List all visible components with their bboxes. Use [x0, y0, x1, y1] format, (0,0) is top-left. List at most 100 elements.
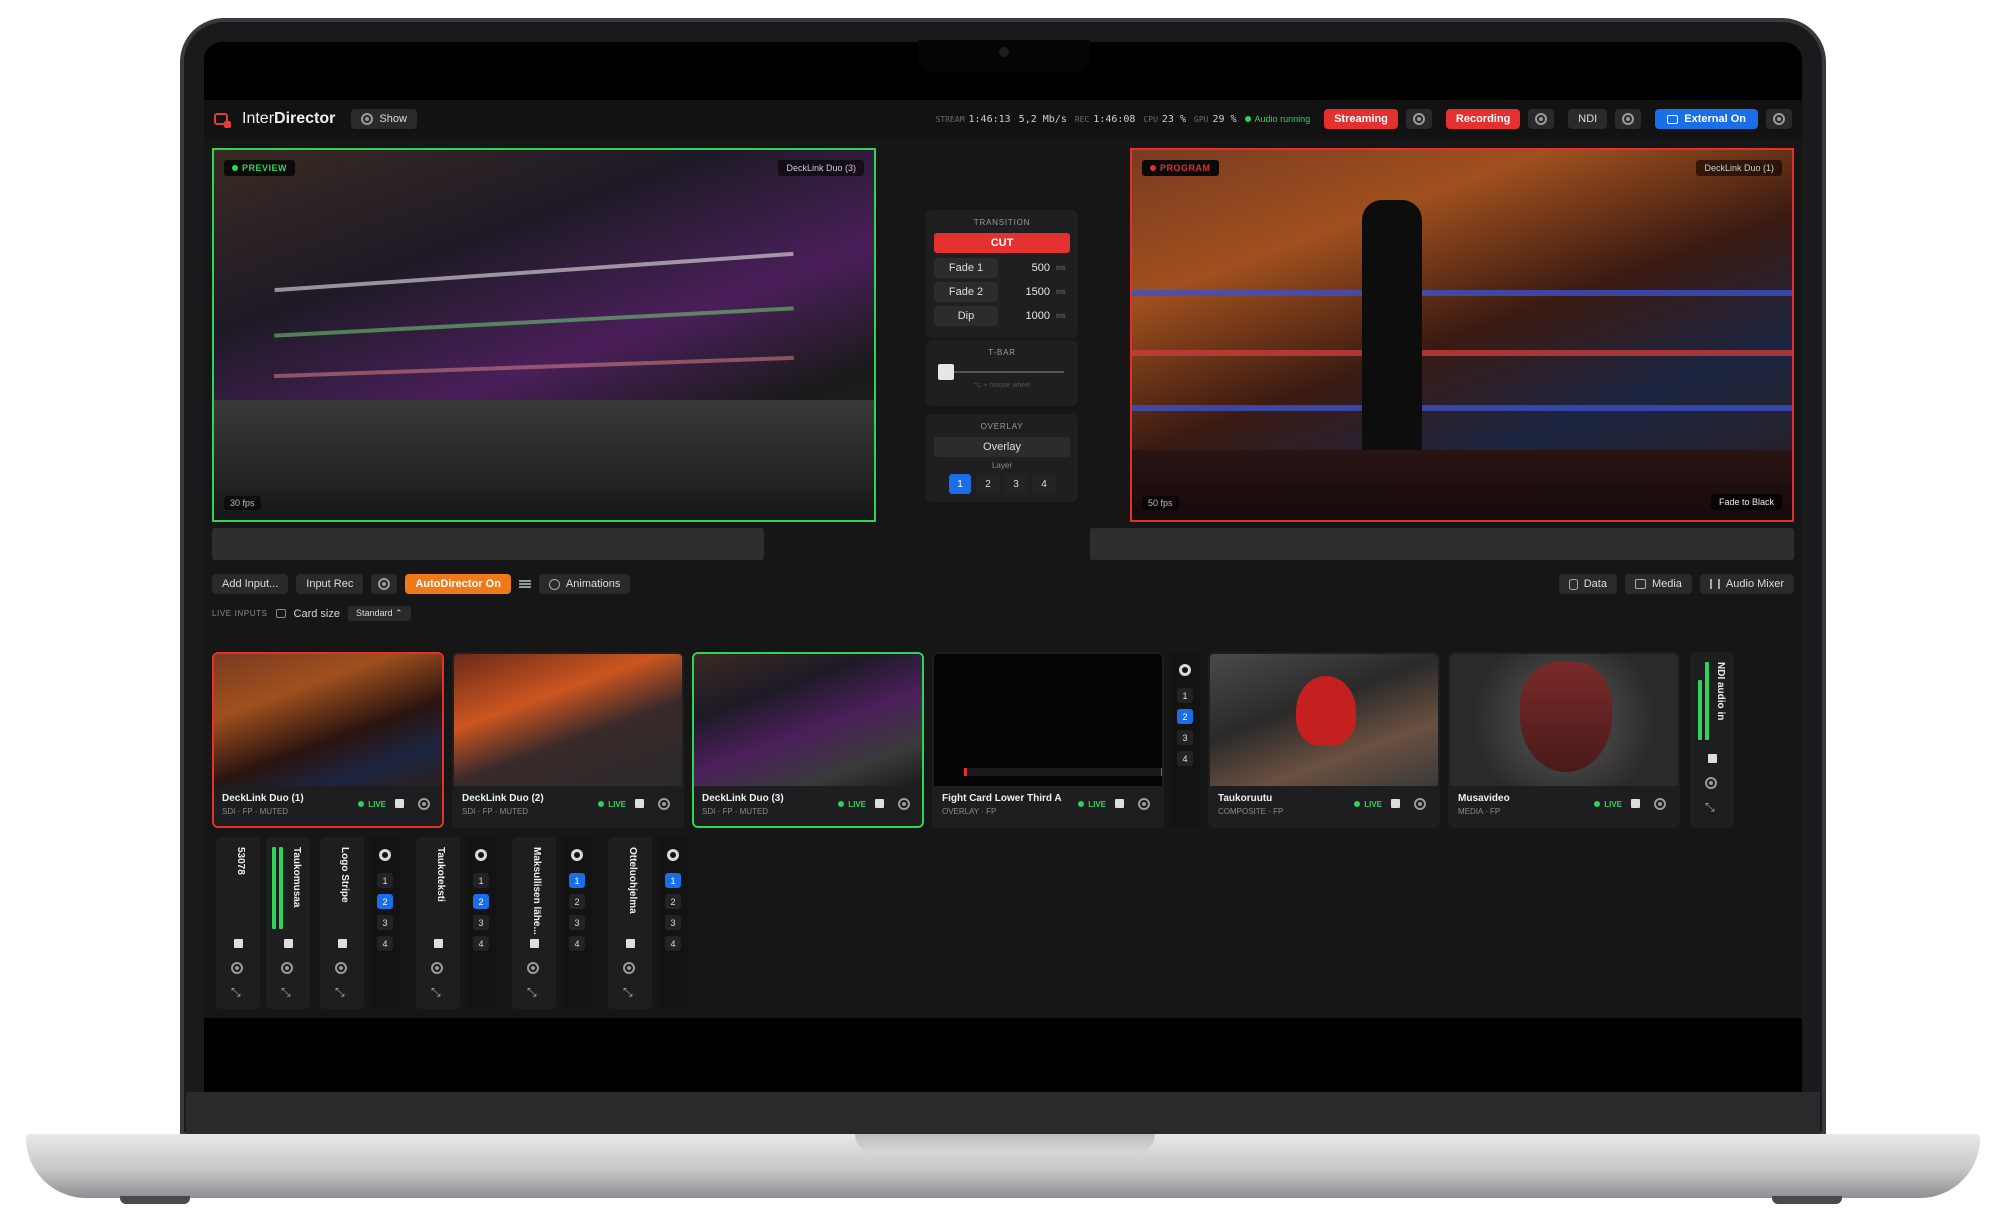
stop-icon[interactable]	[1115, 799, 1124, 808]
card-layer-2[interactable]: 2	[665, 894, 681, 909]
stop-icon[interactable]	[875, 799, 884, 808]
transition-row[interactable]: Dip 1000 ms	[934, 306, 1070, 326]
external-settings-button[interactable]	[1766, 109, 1792, 129]
card-layer-1[interactable]: 1	[1177, 688, 1193, 703]
layer-button-1[interactable]: 1	[949, 474, 971, 494]
streaming-settings-button[interactable]	[1405, 109, 1432, 129]
card-settings-button[interactable]	[335, 961, 347, 979]
transition-name[interactable]: Fade 2	[934, 282, 998, 302]
layer-radio-icon[interactable]	[667, 849, 679, 861]
stop-icon[interactable]	[234, 939, 243, 948]
card-layer-2[interactable]: 2	[1177, 709, 1193, 724]
overlay-button[interactable]: Overlay	[934, 437, 1070, 457]
transition-row[interactable]: Fade 1 500 ms	[934, 258, 1070, 278]
transition-duration[interactable]: 500	[1004, 262, 1050, 274]
menu-icon[interactable]	[518, 580, 531, 588]
add-input-button[interactable]: Add Input...	[212, 574, 289, 594]
transition-duration[interactable]: 1500	[1004, 286, 1050, 298]
stop-icon[interactable]	[395, 799, 404, 808]
expand-icon[interactable]: ⤡	[231, 985, 241, 1000]
card-layer-1[interactable]: 1	[473, 873, 489, 888]
ndi-settings-button[interactable]	[1615, 109, 1642, 129]
animations-button[interactable]: Animations	[538, 574, 631, 594]
mini-input-card[interactable]: Logo Stripe ⤡	[320, 837, 364, 1009]
expand-icon[interactable]: ⤡	[335, 985, 345, 1000]
mini-input-card[interactable]: Maksullisen lähe... ⤡	[512, 837, 556, 1009]
card-settings-button[interactable]	[418, 797, 430, 815]
card-settings-button[interactable]	[1654, 797, 1666, 815]
card-layer-2[interactable]: 2	[569, 894, 585, 909]
audio-mixer-button[interactable]: Audio Mixer	[1699, 574, 1794, 594]
card-settings-button[interactable]	[281, 961, 293, 979]
collapse-icon[interactable]	[275, 609, 286, 618]
stop-icon[interactable]	[338, 939, 347, 948]
expand-icon[interactable]: ⤡	[623, 985, 633, 1000]
layer-radio-icon[interactable]	[1179, 664, 1191, 676]
show-button[interactable]: Show	[351, 109, 417, 129]
layer-button-4[interactable]: 4	[1033, 474, 1055, 494]
mini-input-card[interactable]: Taukoteksti ⤡	[416, 837, 460, 1009]
preview-monitor[interactable]: PREVIEW DeckLink Duo (3) 30 fps	[212, 148, 876, 522]
stop-icon[interactable]	[284, 939, 293, 948]
card-layer-3[interactable]: 3	[569, 915, 585, 930]
card-settings-button[interactable]	[1705, 776, 1717, 794]
card-layer-3[interactable]: 3	[473, 915, 489, 930]
autodirector-button[interactable]: AutoDirector On	[405, 574, 511, 594]
stop-icon[interactable]	[434, 939, 443, 948]
expand-icon[interactable]: ⤡	[527, 985, 537, 1000]
card-layer-4[interactable]: 4	[473, 936, 489, 951]
card-settings-button[interactable]	[1138, 797, 1150, 815]
card-layer-1[interactable]: 1	[377, 873, 393, 888]
card-settings-button[interactable]	[527, 961, 539, 979]
card-settings-button[interactable]	[1414, 797, 1426, 815]
tbar-handle[interactable]	[938, 364, 954, 380]
input-card[interactable]: DeckLink Duo (2) SDI · FP · MUTED LIVE	[452, 652, 684, 828]
stop-icon[interactable]	[1708, 754, 1717, 763]
input-card[interactable]: Fight Card Lower Third A OVERLAY · FP LI…	[932, 652, 1164, 828]
input-card[interactable]: Musavideo MEDIA · FP LIVE	[1448, 652, 1680, 828]
card-layer-4[interactable]: 4	[665, 936, 681, 951]
input-card[interactable]: DeckLink Duo (1) SDI · FP · MUTED LIVE	[212, 652, 444, 828]
stop-icon[interactable]	[635, 799, 644, 808]
layer-radio-icon[interactable]	[379, 849, 391, 861]
fade-to-black-button[interactable]: Fade to Black	[1710, 494, 1782, 510]
card-settings-button[interactable]	[231, 961, 243, 979]
expand-icon[interactable]: ⤡	[1705, 800, 1715, 815]
streaming-button[interactable]: Streaming	[1324, 109, 1398, 129]
data-button[interactable]: Data	[1558, 574, 1617, 594]
transition-duration[interactable]: 1000	[1004, 310, 1050, 322]
stop-icon[interactable]	[530, 939, 539, 948]
stop-icon[interactable]	[1391, 799, 1400, 808]
card-layer-3[interactable]: 3	[665, 915, 681, 930]
transition-name[interactable]: Dip	[934, 306, 998, 326]
card-settings-button[interactable]	[623, 961, 635, 979]
mini-input-card[interactable]: Taukomusaa ⤡	[266, 837, 310, 1009]
input-settings-button[interactable]	[371, 574, 398, 594]
recording-button[interactable]: Recording	[1445, 109, 1521, 129]
expand-icon[interactable]: ⤡	[281, 985, 291, 1000]
card-settings-button[interactable]	[431, 961, 443, 979]
card-size-select[interactable]: Standard ⌃	[347, 606, 411, 621]
ndi-button[interactable]: NDI	[1568, 109, 1608, 129]
cut-button[interactable]: CUT	[934, 233, 1070, 253]
stop-icon[interactable]	[1631, 799, 1640, 808]
card-layer-2[interactable]: 2	[473, 894, 489, 909]
card-settings-button[interactable]	[658, 797, 670, 815]
card-layer-1[interactable]: 1	[665, 873, 681, 888]
layer-radio-icon[interactable]	[475, 849, 487, 861]
layer-button-3[interactable]: 3	[1005, 474, 1027, 494]
input-card[interactable]: DeckLink Duo (3) SDI · FP · MUTED LIVE	[692, 652, 924, 828]
card-layer-1[interactable]: 1	[569, 873, 585, 888]
layer-radio-icon[interactable]	[571, 849, 583, 861]
card-layer-2[interactable]: 2	[377, 894, 393, 909]
input-card[interactable]: Taukoruutu COMPOSITE · FP LIVE	[1208, 652, 1440, 828]
stop-icon[interactable]	[626, 939, 635, 948]
program-monitor[interactable]: PROGRAM DeckLink Duo (1) 50 fps Fade to …	[1130, 148, 1794, 522]
input-rec-button[interactable]: Input Rec	[296, 574, 364, 594]
mini-input-card[interactable]: Otteluohjelma ⤡	[608, 837, 652, 1009]
card-layer-4[interactable]: 4	[569, 936, 585, 951]
card-layer-4[interactable]: 4	[1177, 751, 1193, 766]
external-button[interactable]: External On	[1655, 109, 1758, 129]
card-layer-3[interactable]: 3	[377, 915, 393, 930]
mini-input-card[interactable]: 53078 ⤡	[216, 837, 260, 1009]
